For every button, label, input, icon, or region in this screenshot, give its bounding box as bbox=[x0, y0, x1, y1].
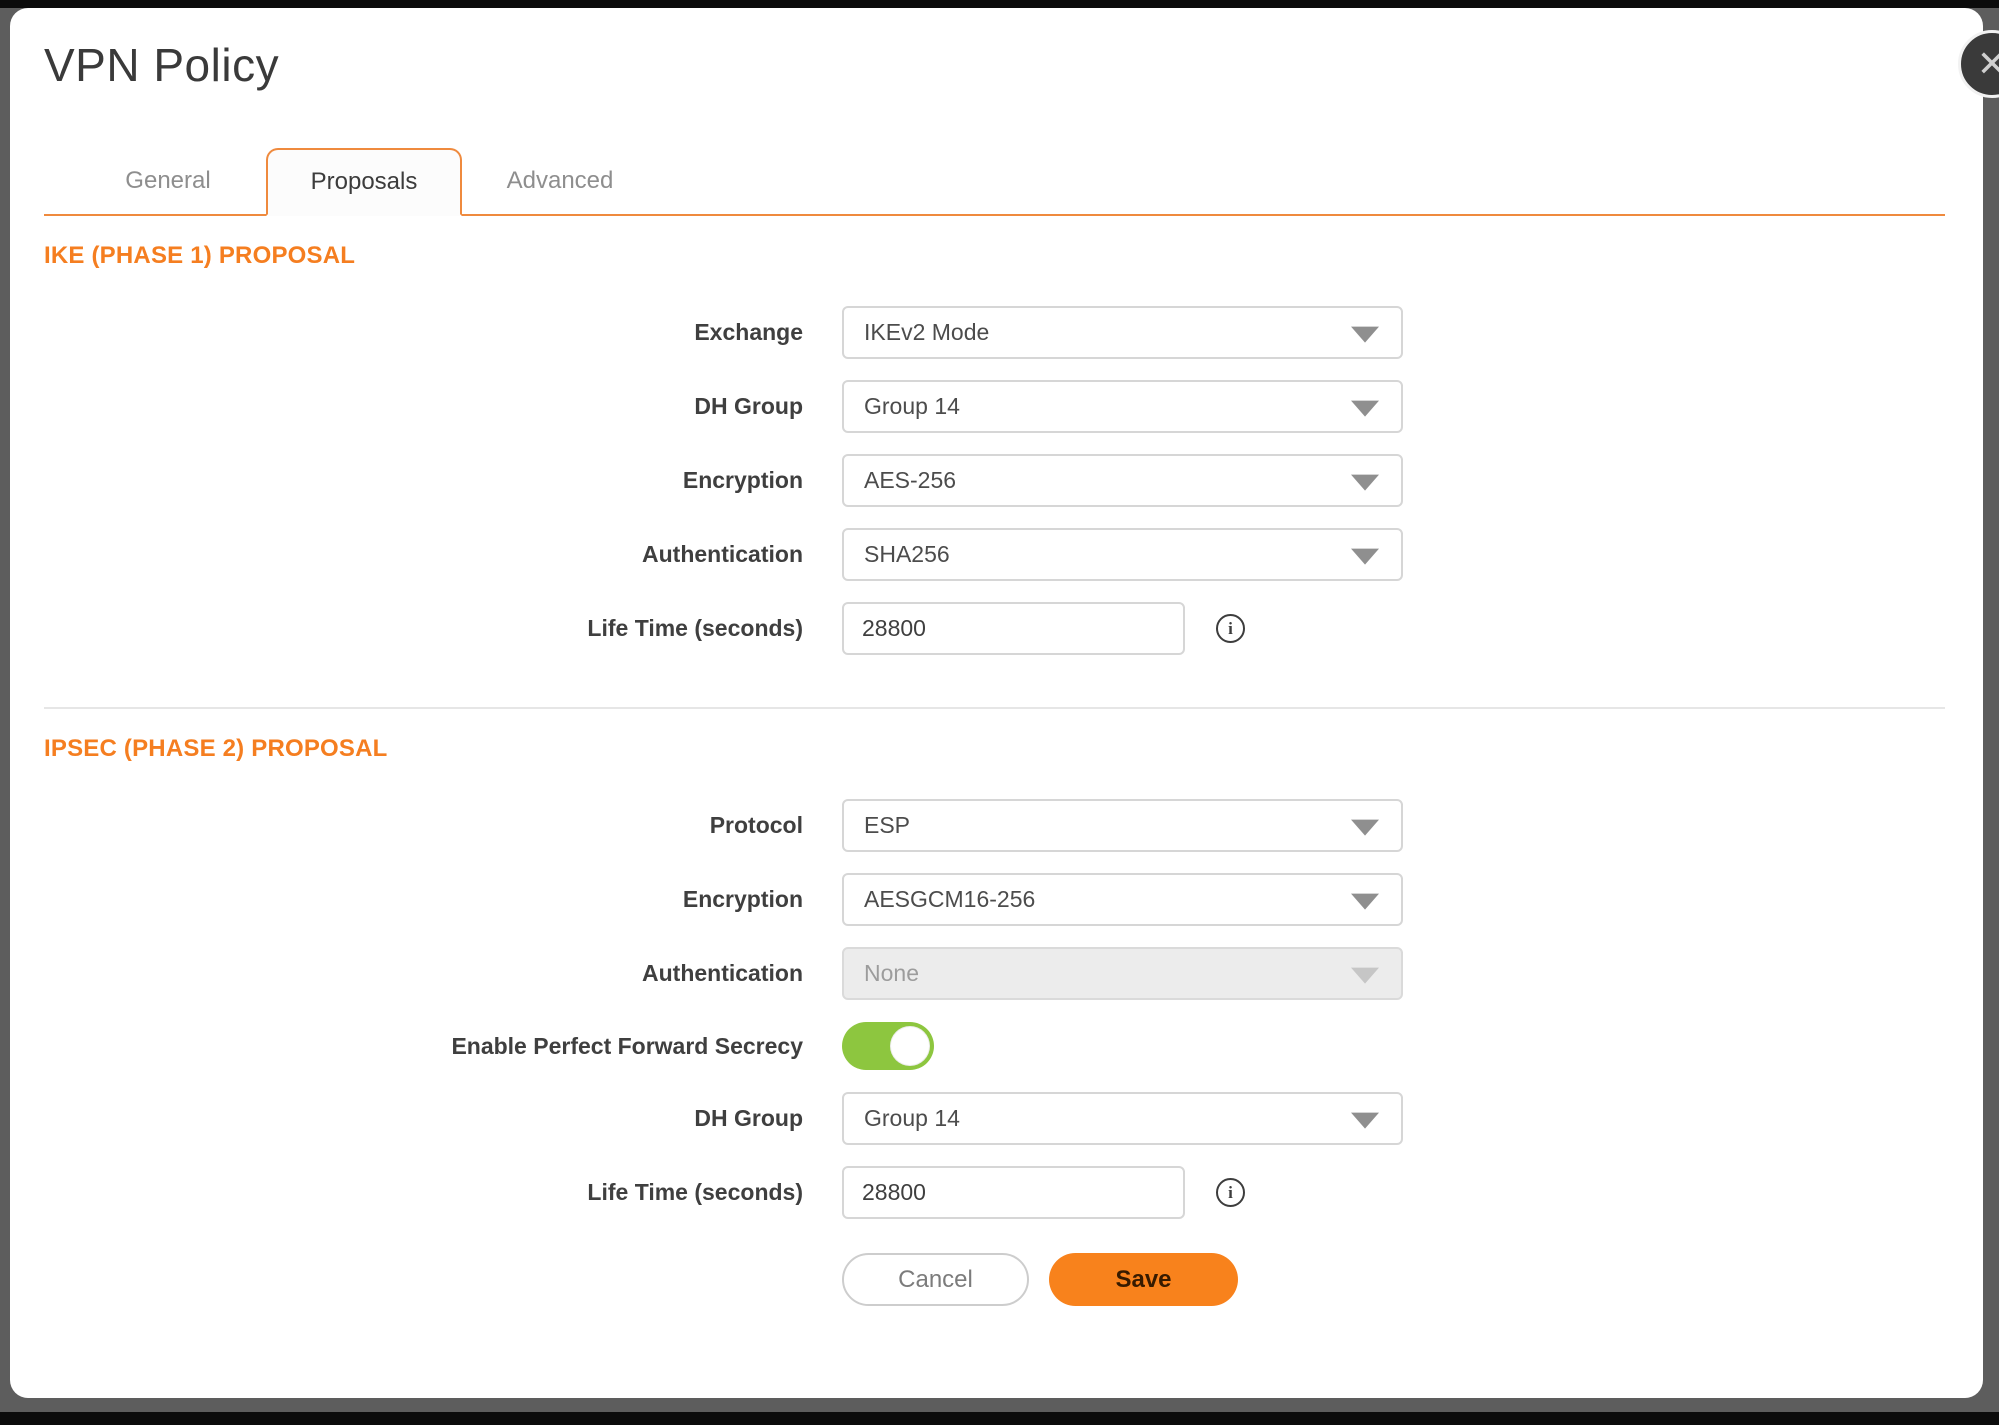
ike-encryption-label: Encryption bbox=[44, 467, 842, 494]
ike-dh-group-row: DH Group Group 14 bbox=[44, 380, 1945, 433]
ipsec-dh-group-label: DH Group bbox=[44, 1105, 842, 1132]
ipsec-phase2-heading: IPSEC (PHASE 2) PROPOSAL bbox=[44, 735, 1945, 763]
dropdown-arrow-icon bbox=[1351, 400, 1379, 416]
ike-encryption-select[interactable]: AES-256 bbox=[842, 454, 1403, 507]
exchange-select[interactable]: IKEv2 Mode bbox=[842, 306, 1403, 359]
ike-dh-group-select-value: Group 14 bbox=[864, 393, 960, 420]
section-divider bbox=[44, 707, 1945, 709]
pfs-row: Enable Perfect Forward Secrecy bbox=[44, 1021, 1945, 1071]
dropdown-arrow-icon bbox=[1351, 819, 1379, 835]
dropdown-arrow-icon bbox=[1351, 474, 1379, 490]
ike-dh-group-label: DH Group bbox=[44, 393, 842, 420]
dropdown-arrow-icon bbox=[1351, 326, 1379, 342]
ike-life-time-input[interactable] bbox=[842, 602, 1185, 655]
ipsec-life-time-row: Life Time (seconds) i bbox=[44, 1166, 1945, 1219]
dropdown-arrow-icon bbox=[1351, 967, 1379, 983]
ike-dh-group-select[interactable]: Group 14 bbox=[842, 380, 1403, 433]
ipsec-phase2-form: Protocol ESP Encryption AESGCM16-256 Aut… bbox=[44, 799, 1945, 1219]
pfs-toggle-knob bbox=[890, 1026, 930, 1066]
exchange-row: Exchange IKEv2 Mode bbox=[44, 306, 1945, 359]
ike-phase1-heading: IKE (PHASE 1) PROPOSAL bbox=[44, 242, 1945, 270]
ipsec-dh-group-select[interactable]: Group 14 bbox=[842, 1092, 1403, 1145]
protocol-select-value: ESP bbox=[864, 812, 910, 839]
ipsec-encryption-select-value: AESGCM16-256 bbox=[864, 886, 1035, 913]
ipsec-life-time-label: Life Time (seconds) bbox=[44, 1179, 842, 1206]
tab-advanced[interactable]: Advanced bbox=[462, 148, 658, 214]
tab-general[interactable]: General bbox=[70, 148, 266, 214]
tab-proposals[interactable]: Proposals bbox=[266, 148, 462, 216]
dropdown-arrow-icon bbox=[1351, 893, 1379, 909]
proposals-panel: IKE (PHASE 1) PROPOSAL Exchange IKEv2 Mo… bbox=[10, 242, 1983, 1306]
cancel-button[interactable]: Cancel bbox=[842, 1253, 1029, 1306]
pfs-toggle[interactable] bbox=[842, 1022, 934, 1070]
protocol-row: Protocol ESP bbox=[44, 799, 1945, 852]
ipsec-dh-group-select-value: Group 14 bbox=[864, 1105, 960, 1132]
tab-bar: General Proposals Advanced bbox=[44, 148, 1945, 216]
protocol-select[interactable]: ESP bbox=[842, 799, 1403, 852]
info-icon[interactable]: i bbox=[1216, 1178, 1245, 1207]
dropdown-arrow-icon bbox=[1351, 1112, 1379, 1128]
exchange-select-value: IKEv2 Mode bbox=[864, 319, 989, 346]
dialog-title: VPN Policy bbox=[44, 38, 1983, 92]
ipsec-authentication-label: Authentication bbox=[44, 960, 842, 987]
ike-encryption-select-value: AES-256 bbox=[864, 467, 956, 494]
ipsec-encryption-row: Encryption AESGCM16-256 bbox=[44, 873, 1945, 926]
pfs-label: Enable Perfect Forward Secrecy bbox=[44, 1033, 842, 1060]
save-button[interactable]: Save bbox=[1049, 1253, 1238, 1306]
ipsec-dh-group-row: DH Group Group 14 bbox=[44, 1092, 1945, 1145]
ike-authentication-label: Authentication bbox=[44, 541, 842, 568]
info-icon[interactable]: i bbox=[1216, 614, 1245, 643]
ike-authentication-row: Authentication SHA256 bbox=[44, 528, 1945, 581]
ike-authentication-select[interactable]: SHA256 bbox=[842, 528, 1403, 581]
ipsec-encryption-select[interactable]: AESGCM16-256 bbox=[842, 873, 1403, 926]
ipsec-authentication-select-value: None bbox=[864, 960, 919, 987]
ipsec-authentication-select-disabled: None bbox=[842, 947, 1403, 1000]
protocol-label: Protocol bbox=[44, 812, 842, 839]
ike-encryption-row: Encryption AES-256 bbox=[44, 454, 1945, 507]
ike-life-time-label: Life Time (seconds) bbox=[44, 615, 842, 642]
screen: VPN Policy General Proposals Advanced IK… bbox=[0, 0, 1999, 1425]
ike-authentication-select-value: SHA256 bbox=[864, 541, 950, 568]
exchange-label: Exchange bbox=[44, 319, 842, 346]
dropdown-arrow-icon bbox=[1351, 548, 1379, 564]
ipsec-authentication-row: Authentication None bbox=[44, 947, 1945, 1000]
ike-phase1-form: Exchange IKEv2 Mode DH Group Group 14 En… bbox=[44, 306, 1945, 655]
ike-life-time-row: Life Time (seconds) i bbox=[44, 602, 1945, 655]
dialog-footer: Cancel Save bbox=[44, 1253, 1945, 1306]
vpn-policy-dialog: VPN Policy General Proposals Advanced IK… bbox=[10, 8, 1983, 1398]
ipsec-life-time-input[interactable] bbox=[842, 1166, 1185, 1219]
ipsec-encryption-label: Encryption bbox=[44, 886, 842, 913]
